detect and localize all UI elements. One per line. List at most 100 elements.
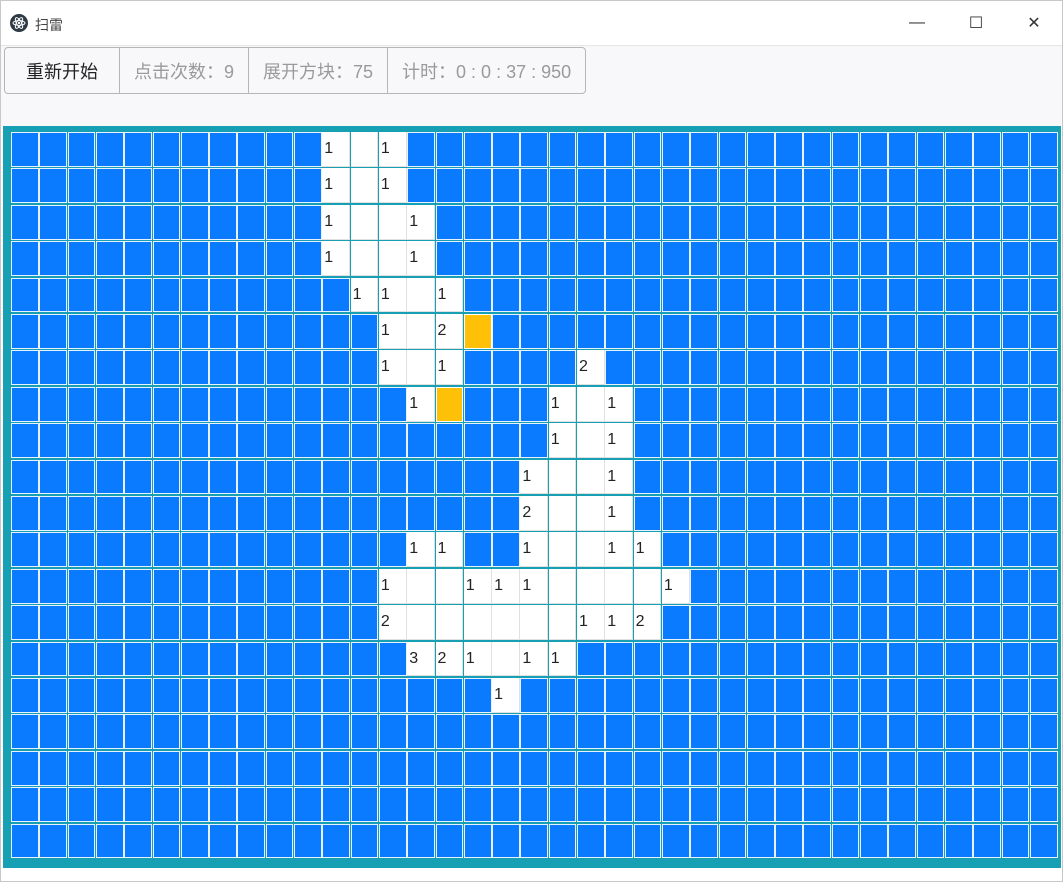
covered-cell[interactable] bbox=[294, 714, 322, 750]
covered-cell[interactable] bbox=[95, 204, 124, 240]
revealed-cell[interactable]: 1 bbox=[605, 605, 634, 641]
covered-cell[interactable] bbox=[661, 386, 690, 422]
covered-cell[interactable] bbox=[209, 132, 237, 167]
covered-cell[interactable] bbox=[265, 532, 294, 568]
covered-cell[interactable] bbox=[407, 823, 435, 859]
covered-cell[interactable] bbox=[407, 678, 435, 713]
covered-cell[interactable] bbox=[95, 496, 124, 531]
covered-cell[interactable] bbox=[831, 168, 860, 204]
covered-cell[interactable] bbox=[803, 132, 832, 167]
covered-cell[interactable] bbox=[831, 132, 860, 167]
covered-cell[interactable] bbox=[690, 823, 718, 859]
covered-cell[interactable] bbox=[718, 314, 747, 349]
covered-cell[interactable] bbox=[39, 678, 68, 713]
revealed-cell[interactable]: 1 bbox=[548, 423, 577, 459]
covered-cell[interactable] bbox=[11, 605, 39, 641]
covered-cell[interactable] bbox=[378, 750, 407, 786]
covered-cell[interactable] bbox=[463, 132, 492, 167]
covered-cell[interactable] bbox=[378, 459, 407, 495]
covered-cell[interactable] bbox=[463, 386, 492, 422]
covered-cell[interactable] bbox=[690, 241, 718, 277]
covered-cell[interactable] bbox=[944, 350, 973, 386]
covered-cell[interactable] bbox=[548, 787, 577, 823]
covered-cell[interactable] bbox=[265, 423, 294, 459]
covered-cell[interactable] bbox=[39, 750, 68, 786]
covered-cell[interactable] bbox=[11, 787, 39, 823]
covered-cell[interactable] bbox=[973, 568, 1001, 604]
covered-cell[interactable] bbox=[265, 750, 294, 786]
covered-cell[interactable] bbox=[350, 823, 379, 859]
revealed-cell[interactable]: 1 bbox=[492, 568, 520, 604]
covered-cell[interactable] bbox=[152, 168, 181, 204]
covered-cell[interactable] bbox=[350, 350, 379, 386]
covered-cell[interactable] bbox=[67, 459, 96, 495]
covered-cell[interactable] bbox=[39, 277, 68, 313]
covered-cell[interactable] bbox=[322, 532, 351, 568]
covered-cell[interactable] bbox=[633, 168, 662, 204]
covered-cell[interactable] bbox=[520, 823, 549, 859]
covered-cell[interactable] bbox=[916, 714, 945, 750]
covered-cell[interactable] bbox=[463, 459, 492, 495]
covered-cell[interactable] bbox=[803, 605, 832, 641]
covered-cell[interactable] bbox=[775, 568, 803, 604]
covered-cell[interactable] bbox=[209, 168, 237, 204]
covered-cell[interactable] bbox=[775, 314, 803, 349]
covered-cell[interactable] bbox=[463, 423, 492, 459]
covered-cell[interactable] bbox=[661, 277, 690, 313]
covered-cell[interactable] bbox=[322, 314, 351, 349]
covered-cell[interactable] bbox=[690, 314, 718, 349]
covered-cell[interactable] bbox=[860, 459, 888, 495]
covered-cell[interactable] bbox=[633, 277, 662, 313]
covered-cell[interactable] bbox=[577, 204, 605, 240]
covered-cell[interactable] bbox=[803, 168, 832, 204]
covered-cell[interactable] bbox=[67, 678, 96, 713]
covered-cell[interactable] bbox=[803, 204, 832, 240]
covered-cell[interactable] bbox=[294, 241, 322, 277]
covered-cell[interactable] bbox=[463, 496, 492, 531]
covered-cell[interactable] bbox=[633, 750, 662, 786]
covered-cell[interactable] bbox=[492, 823, 520, 859]
covered-cell[interactable] bbox=[633, 132, 662, 167]
covered-cell[interactable] bbox=[803, 350, 832, 386]
revealed-cell[interactable]: 1 bbox=[548, 386, 577, 422]
covered-cell[interactable] bbox=[322, 605, 351, 641]
covered-cell[interactable] bbox=[39, 459, 68, 495]
covered-cell[interactable] bbox=[209, 750, 237, 786]
covered-cell[interactable] bbox=[265, 605, 294, 641]
covered-cell[interactable] bbox=[180, 496, 209, 531]
revealed-cell[interactable]: 1 bbox=[577, 605, 605, 641]
covered-cell[interactable] bbox=[95, 568, 124, 604]
covered-cell[interactable] bbox=[407, 132, 435, 167]
revealed-cell[interactable] bbox=[435, 568, 464, 604]
covered-cell[interactable] bbox=[548, 678, 577, 713]
covered-cell[interactable] bbox=[775, 532, 803, 568]
covered-cell[interactable] bbox=[435, 678, 464, 713]
covered-cell[interactable] bbox=[152, 568, 181, 604]
covered-cell[interactable] bbox=[831, 277, 860, 313]
covered-cell[interactable] bbox=[152, 459, 181, 495]
covered-cell[interactable] bbox=[746, 750, 775, 786]
covered-cell[interactable] bbox=[378, 532, 407, 568]
covered-cell[interactable] bbox=[95, 423, 124, 459]
covered-cell[interactable] bbox=[124, 496, 152, 531]
covered-cell[interactable] bbox=[67, 132, 96, 167]
covered-cell[interactable] bbox=[11, 132, 39, 167]
covered-cell[interactable] bbox=[152, 350, 181, 386]
covered-cell[interactable] bbox=[888, 168, 917, 204]
covered-cell[interactable] bbox=[888, 204, 917, 240]
covered-cell[interactable] bbox=[124, 277, 152, 313]
revealed-cell[interactable] bbox=[407, 314, 435, 349]
revealed-cell[interactable]: 1 bbox=[463, 641, 492, 677]
covered-cell[interactable] bbox=[548, 277, 577, 313]
covered-cell[interactable] bbox=[746, 678, 775, 713]
covered-cell[interactable] bbox=[237, 204, 266, 240]
covered-cell[interactable] bbox=[605, 168, 634, 204]
covered-cell[interactable] bbox=[67, 168, 96, 204]
revealed-cell[interactable] bbox=[605, 568, 634, 604]
covered-cell[interactable] bbox=[520, 350, 549, 386]
covered-cell[interactable] bbox=[746, 314, 775, 349]
covered-cell[interactable] bbox=[492, 168, 520, 204]
covered-cell[interactable] bbox=[180, 750, 209, 786]
covered-cell[interactable] bbox=[690, 787, 718, 823]
covered-cell[interactable] bbox=[916, 386, 945, 422]
